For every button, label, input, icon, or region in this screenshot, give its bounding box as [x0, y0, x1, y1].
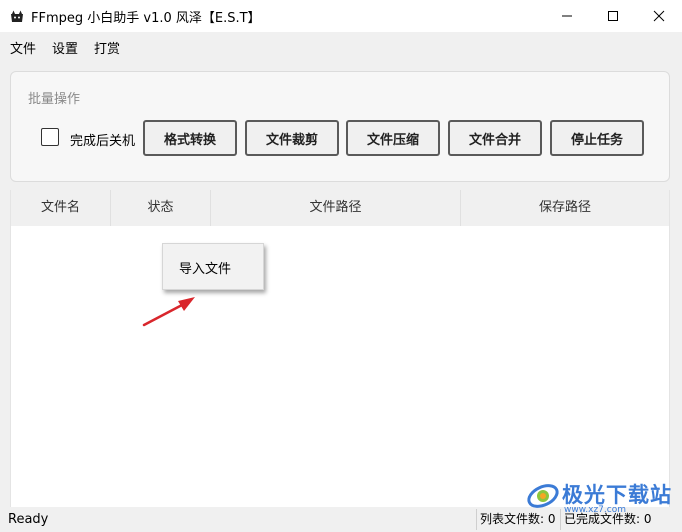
shutdown-checkbox[interactable]: [41, 128, 59, 146]
file-trim-button[interactable]: 文件裁剪: [245, 120, 339, 156]
batch-panel-title: 批量操作: [28, 92, 81, 107]
menu-file[interactable]: 文件: [10, 38, 36, 57]
title-bar: FFmpeg 小白助手 v1.0 风泽【E.S.T】: [0, 0, 682, 32]
format-convert-button[interactable]: 格式转换: [143, 120, 237, 156]
column-header-file-path[interactable]: 文件路径: [211, 190, 461, 226]
column-header-save-path[interactable]: 保存路径: [461, 190, 669, 226]
window-title: FFmpeg 小白助手 v1.0 风泽【E.S.T】: [31, 11, 261, 26]
batch-operations-panel: 批量操作 完成后关机 格式转换 文件裁剪 文件压缩 文件合并 停止任务: [10, 71, 670, 182]
import-files-menu-item[interactable]: 导入文件: [179, 258, 231, 277]
context-menu: 导入文件: [162, 243, 264, 290]
app-logo-icon: [11, 10, 23, 22]
column-header-filename[interactable]: 文件名: [11, 190, 111, 226]
file-list-table[interactable]: 文件名 状态 文件路径 保存路径: [10, 190, 670, 507]
shutdown-label[interactable]: 完成后关机: [70, 130, 135, 149]
minimize-button[interactable]: [544, 0, 590, 32]
pointer-arrow-icon: [142, 297, 195, 327]
file-merge-button[interactable]: 文件合并: [448, 120, 542, 156]
maximize-icon: [608, 11, 618, 21]
file-compress-button[interactable]: 文件压缩: [346, 120, 440, 156]
column-header-status[interactable]: 状态: [111, 190, 211, 226]
table-header: 文件名 状态 文件路径 保存路径: [11, 190, 669, 226]
close-button[interactable]: [636, 0, 682, 32]
maximize-button[interactable]: [590, 0, 636, 32]
menu-donate[interactable]: 打赏: [94, 38, 120, 57]
watermark: 极光下载站 www.xz7.com: [526, 477, 676, 517]
watermark-logo-icon: [527, 484, 559, 508]
close-icon: [653, 10, 665, 22]
watermark-url: www.xz7.com: [564, 505, 626, 515]
status-text: Ready: [8, 512, 49, 527]
stop-task-button[interactable]: 停止任务: [550, 120, 644, 156]
minimize-icon: [562, 15, 572, 17]
menu-bar: 文件 设置 打赏: [0, 32, 682, 60]
menu-settings[interactable]: 设置: [52, 38, 78, 57]
